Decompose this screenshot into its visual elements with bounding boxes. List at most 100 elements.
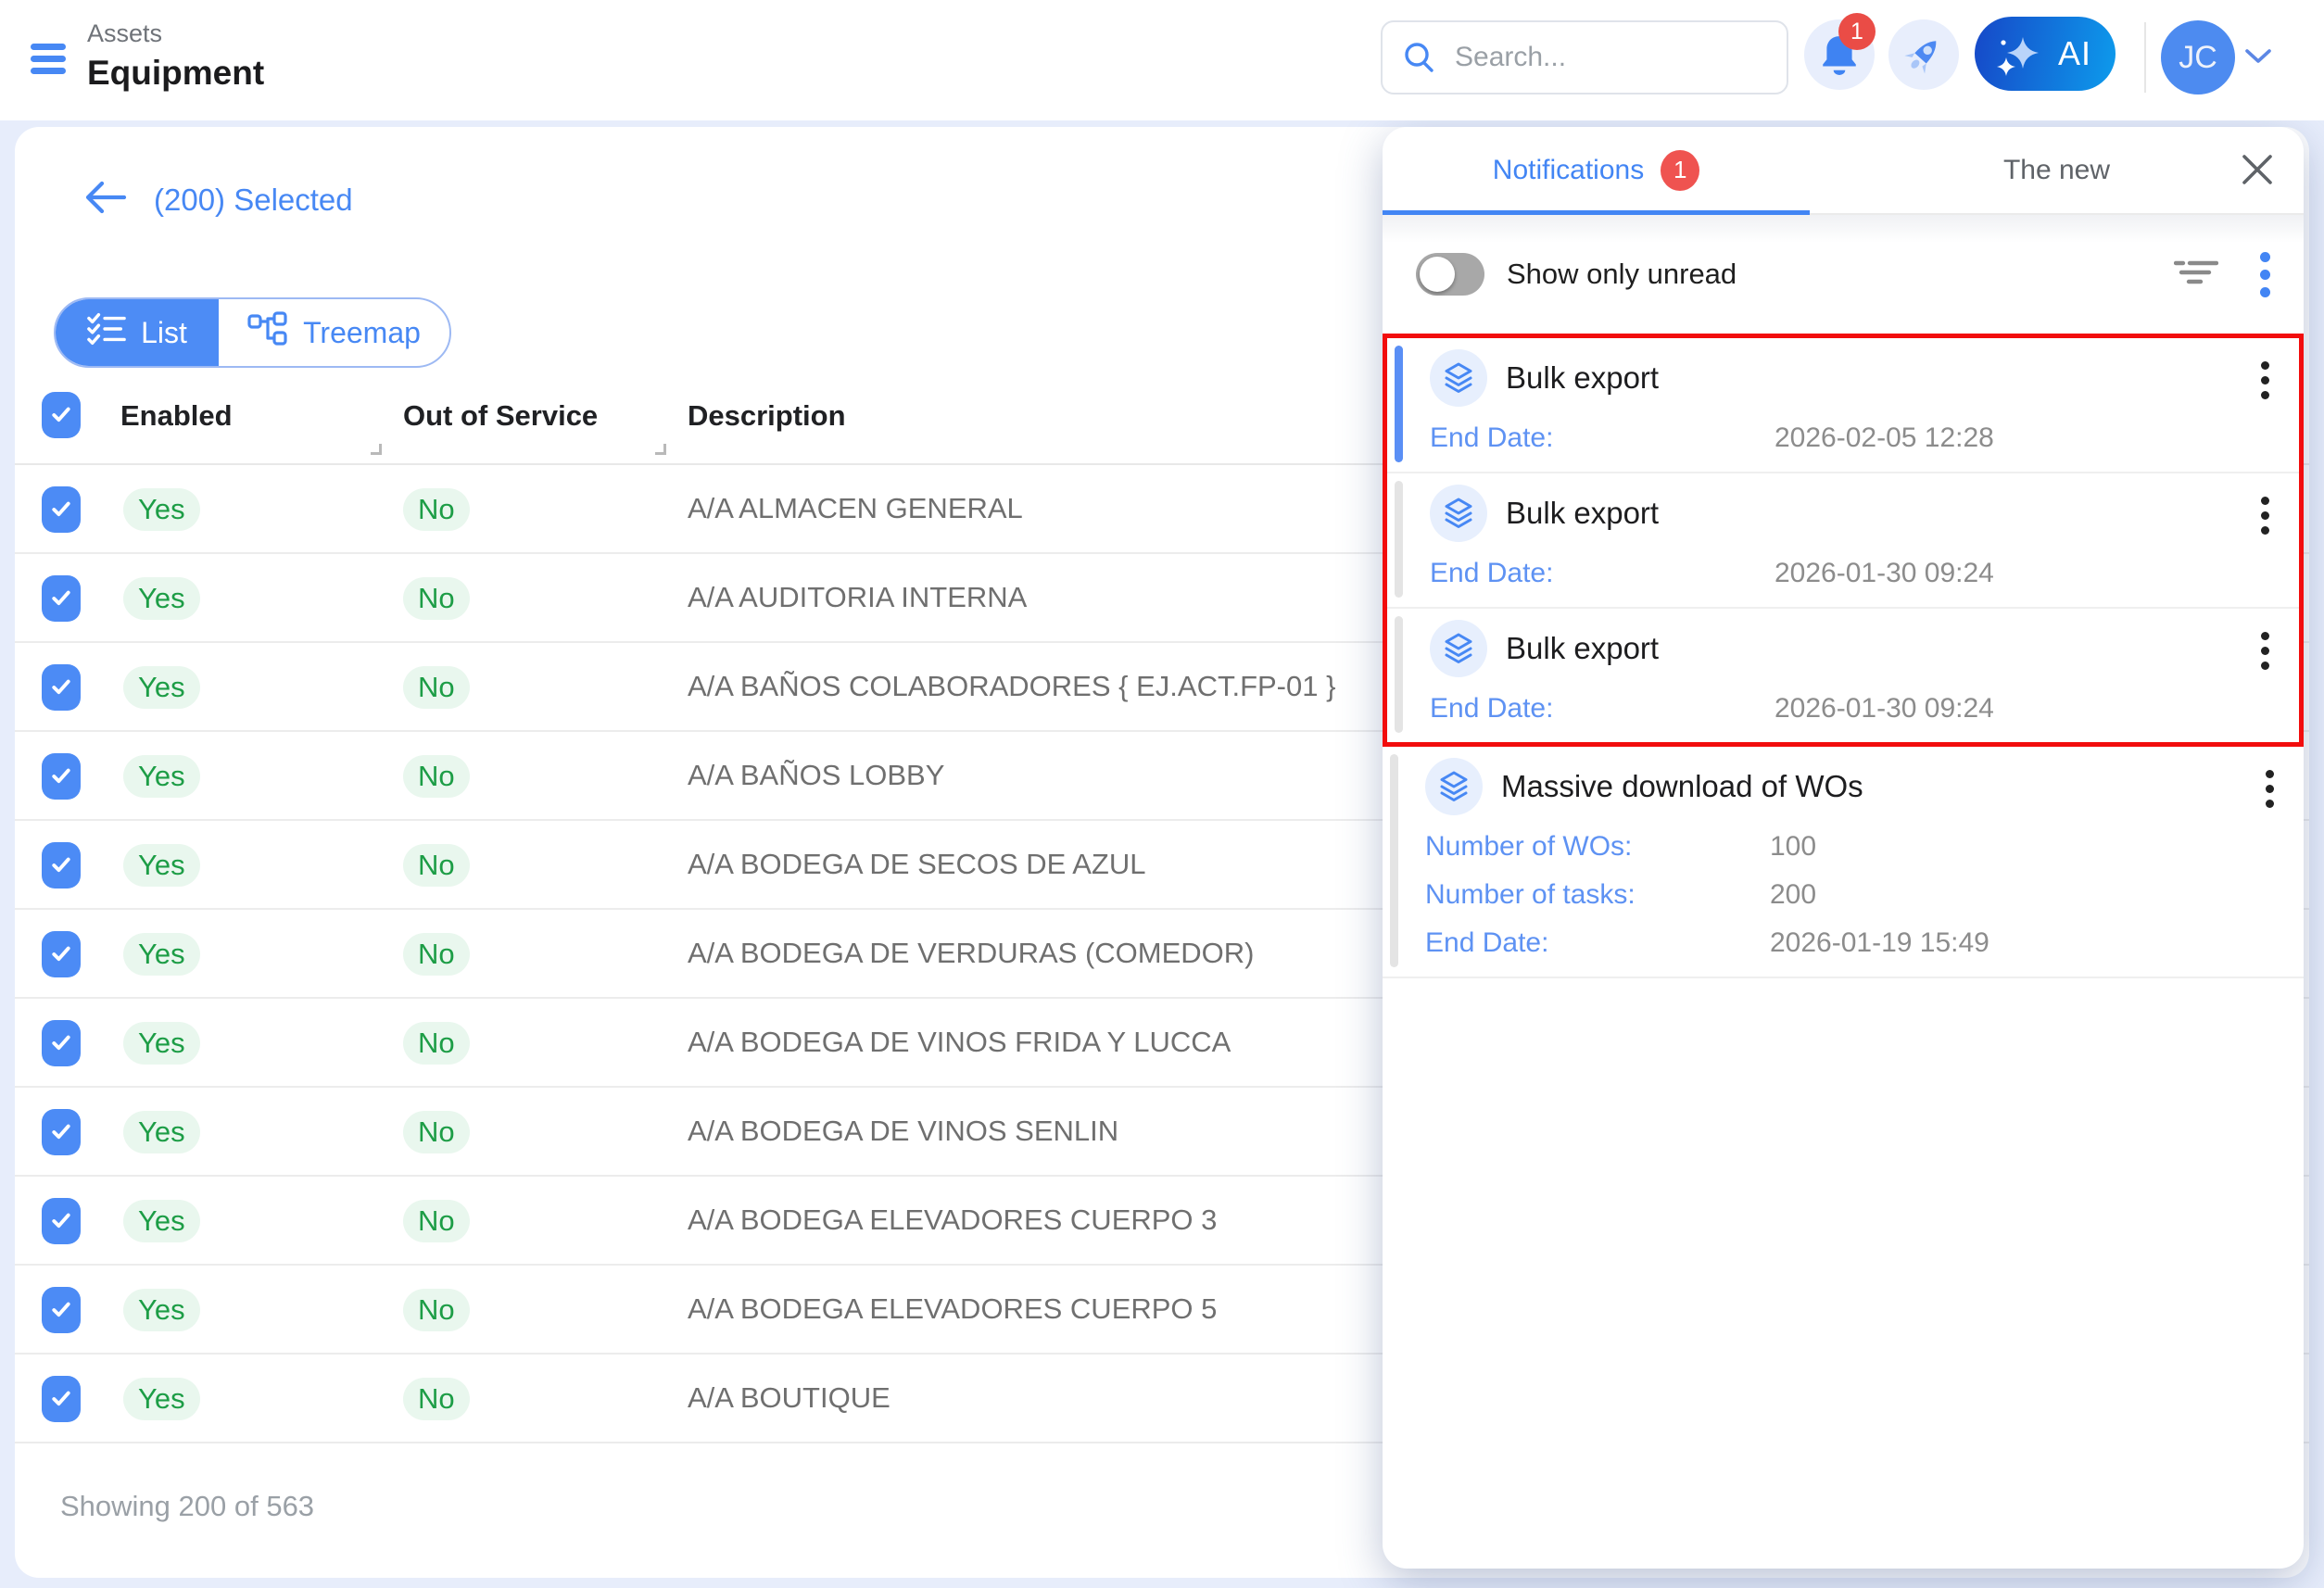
tab-treemap-view[interactable]: Treemap: [219, 299, 449, 366]
notification-item[interactable]: Massive download of WOs Number of WOs: 1…: [1383, 747, 2304, 978]
notification-meta-list: End Date: 2026-02-05 12:28: [1430, 422, 2243, 455]
out-of-service-badge: No: [403, 666, 470, 709]
row-description: A/A BODEGA DE VINOS SENLIN: [688, 1115, 1118, 1148]
row-description: A/A ALMACEN GENERAL: [688, 492, 1023, 525]
enabled-badge: Yes: [123, 1022, 200, 1065]
checklist-icon: [87, 312, 126, 353]
tab-the-new[interactable]: The new: [1810, 127, 2304, 213]
enabled-badge: Yes: [123, 488, 200, 531]
row-checkbox[interactable]: [42, 575, 81, 622]
row-checkbox[interactable]: [42, 1376, 81, 1422]
out-of-service-badge: No: [403, 933, 470, 976]
column-header-enabled[interactable]: Enabled: [120, 399, 233, 433]
enabled-badge: Yes: [123, 666, 200, 709]
ai-assistant-button[interactable]: AI: [1975, 17, 2116, 91]
notification-meta-row: Number of WOs: 100: [1425, 830, 2248, 863]
item-kebab-menu-icon[interactable]: [2260, 625, 2269, 676]
out-of-service-badge: No: [403, 1200, 470, 1242]
meta-value: 2026-01-19 15:49: [1770, 926, 1989, 960]
meta-label: End Date:: [1430, 422, 1775, 455]
column-header-description[interactable]: Description: [688, 399, 846, 433]
topbar-divider: [2144, 22, 2146, 93]
tab-list-view[interactable]: List: [56, 299, 219, 366]
close-icon[interactable]: [2239, 151, 2276, 193]
column-resize-handle[interactable]: [371, 444, 382, 455]
back-arrow-button[interactable]: [83, 179, 128, 221]
user-avatar[interactable]: JC: [2161, 20, 2235, 95]
row-checkbox[interactable]: [42, 664, 81, 711]
row-description: A/A BODEGA ELEVADORES CUERPO 5: [688, 1292, 1217, 1326]
title-block: Assets Equipment: [87, 19, 264, 93]
meta-label: End Date:: [1430, 692, 1775, 725]
item-kebab-menu-icon[interactable]: [2260, 355, 2269, 406]
out-of-service-badge: No: [403, 844, 470, 887]
enabled-badge: Yes: [123, 844, 200, 887]
meta-value: 100: [1770, 830, 1816, 863]
selected-count-label[interactable]: (200) Selected: [154, 183, 353, 218]
row-description: A/A AUDITORIA INTERNA: [688, 581, 1027, 614]
notification-list: Bulk export End Date: 2026-02-05 12:28 B…: [1383, 334, 2304, 978]
unread-indicator-bar: [1395, 616, 1403, 733]
out-of-service-badge: No: [403, 577, 470, 620]
row-checkbox[interactable]: [42, 1287, 81, 1333]
out-of-service-badge: No: [403, 1289, 470, 1331]
hamburger-menu-icon[interactable]: [31, 44, 66, 73]
notifications-tab-badge: 1: [1661, 150, 1699, 191]
filter-icon[interactable]: [2174, 258, 2218, 291]
item-kebab-menu-icon[interactable]: [2265, 763, 2274, 814]
notification-meta-row: Number of tasks: 200: [1425, 878, 2248, 912]
unread-indicator-bar: [1395, 481, 1403, 598]
enabled-badge: Yes: [123, 1289, 200, 1331]
row-description: A/A BODEGA ELEVADORES CUERPO 3: [688, 1204, 1217, 1237]
notification-title-row: Bulk export: [1430, 620, 2243, 677]
page-title: Equipment: [87, 54, 264, 93]
notifications-tab-label: Notifications: [1493, 155, 1644, 186]
notifications-toolbar: Show only unread: [1383, 215, 2304, 334]
breadcrumb: Assets: [87, 19, 264, 48]
row-description: A/A BOUTIQUE: [688, 1381, 890, 1415]
column-header-out-of-service[interactable]: Out of Service: [403, 399, 598, 433]
row-checkbox[interactable]: [42, 1109, 81, 1155]
ai-label: AI: [2058, 34, 2091, 73]
enabled-badge: Yes: [123, 1378, 200, 1420]
tab-notifications[interactable]: Notifications 1: [1383, 127, 1810, 213]
row-checkbox[interactable]: [42, 1198, 81, 1244]
layers-icon: [1430, 349, 1487, 407]
meta-label: End Date:: [1430, 557, 1775, 590]
out-of-service-badge: No: [403, 488, 470, 531]
notification-item[interactable]: Bulk export End Date: 2026-02-05 12:28: [1387, 338, 2299, 473]
top-bar: Assets Equipment 1 AI JC: [0, 0, 2324, 120]
layers-icon: [1425, 758, 1483, 815]
layers-icon: [1430, 485, 1487, 542]
column-resize-handle[interactable]: [655, 444, 666, 455]
notification-title-row: Massive download of WOs: [1425, 758, 2248, 815]
rocket-button[interactable]: [1888, 19, 1959, 90]
panel-kebab-menu-icon[interactable]: [2259, 245, 2270, 305]
select-all-checkbox[interactable]: [42, 392, 81, 438]
row-checkbox[interactable]: [42, 753, 81, 800]
sparkle-icon: [1991, 28, 2045, 86]
out-of-service-badge: No: [403, 1022, 470, 1065]
chevron-down-icon[interactable]: [2244, 48, 2272, 69]
row-checkbox[interactable]: [42, 931, 81, 977]
out-of-service-badge: No: [403, 755, 470, 798]
enabled-badge: Yes: [123, 1200, 200, 1242]
notification-item[interactable]: Bulk export End Date: 2026-01-30 09:24: [1387, 609, 2299, 742]
enabled-badge: Yes: [123, 755, 200, 798]
search-icon: [1403, 41, 1436, 79]
notification-meta-list: Number of WOs: 100 Number of tasks: 200 …: [1425, 830, 2248, 960]
unread-indicator-bar: [1395, 346, 1403, 462]
notification-title: Bulk export: [1506, 496, 1659, 531]
row-checkbox[interactable]: [42, 1020, 81, 1066]
show-only-unread-toggle[interactable]: [1416, 253, 1484, 296]
notification-title: Massive download of WOs: [1501, 769, 1863, 804]
notification-item[interactable]: Bulk export End Date: 2026-01-30 09:24: [1387, 473, 2299, 609]
item-kebab-menu-icon[interactable]: [2260, 490, 2269, 541]
notification-meta-list: End Date: 2026-01-30 09:24: [1430, 692, 2243, 725]
search-input[interactable]: [1381, 20, 1788, 95]
notification-meta-row: End Date: 2026-01-19 15:49: [1425, 926, 2248, 960]
row-checkbox[interactable]: [42, 486, 81, 533]
row-checkbox[interactable]: [42, 842, 81, 889]
notification-highlight-box: Bulk export End Date: 2026-02-05 12:28 B…: [1383, 334, 2304, 747]
the-new-tab-label: The new: [2003, 155, 2110, 186]
